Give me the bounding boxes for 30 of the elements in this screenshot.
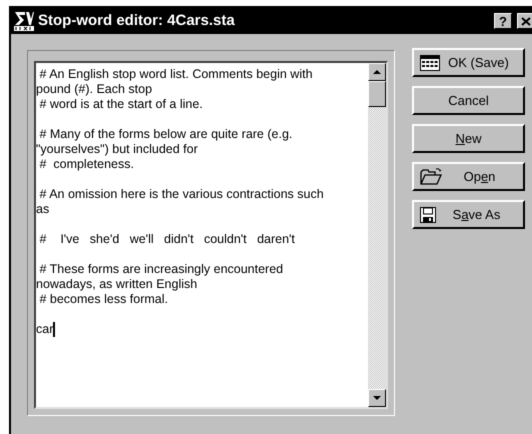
close-icon bbox=[521, 16, 531, 26]
dialog-button[interactable]: Save As bbox=[412, 200, 525, 229]
down-arrow-icon bbox=[373, 396, 381, 400]
help-button[interactable]: ? bbox=[494, 13, 512, 29]
text-line: "yourselves") but included for bbox=[36, 142, 198, 157]
text-line: nowadays, as written English bbox=[36, 277, 198, 292]
close-button[interactable] bbox=[517, 13, 532, 29]
dialog-button[interactable]: Open bbox=[412, 162, 525, 191]
text-line: # An English stop word list. Comments begin with bbox=[38, 67, 313, 82]
scroll-thumb[interactable] bbox=[368, 81, 386, 107]
text-line: as bbox=[36, 202, 50, 217]
dialog-button[interactable]: OK (Save) bbox=[412, 48, 525, 77]
folder-icon bbox=[420, 168, 442, 185]
keyboard-icon bbox=[420, 54, 440, 70]
text-line: # word is at the start of a line. bbox=[38, 97, 203, 112]
text-line: # Many of the forms below are quite rare (e.g. bbox=[38, 127, 292, 142]
scroll-up-button[interactable] bbox=[368, 63, 386, 81]
text-line: # An omission here is the various contractions such bbox=[38, 187, 324, 202]
up-arrow-icon bbox=[373, 70, 381, 74]
vertical-scrollbar[interactable] bbox=[368, 63, 386, 407]
text-line: # completeness. bbox=[38, 157, 134, 172]
text-line: # I've she'd we'll didn't couldn't daren't bbox=[38, 232, 295, 247]
scroll-down-button[interactable] bbox=[368, 389, 386, 407]
dialog-button[interactable]: New bbox=[412, 124, 525, 153]
window-title: Stop-word editor: 4Cars.sta bbox=[38, 10, 235, 31]
text-line: pound (#). Each stop bbox=[36, 82, 152, 97]
text-line: car bbox=[36, 322, 54, 337]
text-line: # becomes less formal. bbox=[38, 292, 168, 307]
dialog-button[interactable]: Cancel bbox=[412, 86, 525, 115]
text-line: # These forms are increasingly encountered bbox=[38, 262, 284, 277]
